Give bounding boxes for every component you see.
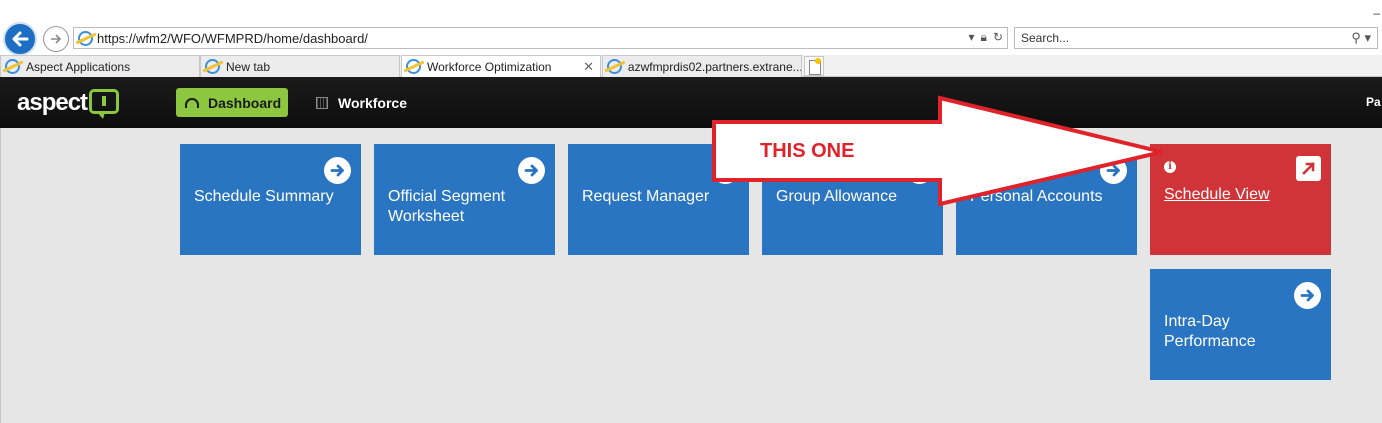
search-placeholder: Search... (1021, 31, 1070, 45)
nav-workforce-label: Workforce (338, 94, 407, 111)
nav-dashboard-label: Dashboard (208, 94, 282, 111)
tab-label: Workforce Optimization (427, 59, 552, 74)
tab-workforce-optimization[interactable]: Workforce Optimization ✕ (401, 55, 601, 77)
ie-tab-icon (406, 59, 421, 74)
tile-schedule-summary[interactable]: Schedule Summary (180, 144, 361, 255)
back-button[interactable] (3, 22, 37, 56)
calendar-icon (316, 96, 328, 109)
ie-tab-icon (5, 59, 20, 74)
tile-intra-day-performance[interactable]: Intra-Day Performance (1150, 269, 1331, 380)
annotation-text: THIS ONE (760, 140, 855, 162)
nav-dashboard[interactable]: Dashboard (176, 88, 288, 117)
lock-icon[interactable]: 🔒︎ (981, 30, 987, 45)
browser-address-bar: https://wfm2/WFO/WFMPRD/home/dashboard/ … (0, 6, 1382, 56)
close-tab-icon[interactable]: ✕ (583, 59, 594, 75)
arrow-right-circle-icon (1294, 282, 1321, 309)
speech-bubble-icon (89, 88, 120, 119)
arrow-right-circle-icon (518, 157, 545, 184)
tile-schedule-view[interactable]: i Schedule View (1150, 144, 1331, 255)
browser-tab-strip: Aspect Applications New tab Workforce Op… (0, 55, 1382, 77)
user-name[interactable]: Pa (1366, 95, 1381, 109)
new-tab-button[interactable] (804, 56, 824, 76)
logo-text: aspect (17, 89, 88, 116)
refresh-icon[interactable]: ↻ (993, 30, 1003, 45)
aspect-logo[interactable]: aspect (17, 88, 120, 119)
dashboard-gauge-icon (185, 97, 199, 108)
arrow-right-circle-icon (324, 157, 351, 184)
search-icon[interactable]: ⚲ ▾ (1351, 30, 1371, 46)
arrow-left-icon (12, 31, 29, 47)
tab-new-tab[interactable]: New tab (200, 55, 400, 77)
tile-label: Intra-Day Performance (1164, 313, 1256, 350)
url-actions: ▾ 🔒︎ ↻ (969, 30, 1003, 45)
tab-azwfmprdis02[interactable]: azwfmprdis02.partners.extrane... (602, 55, 802, 77)
minimize-icon[interactable]: – (1373, 6, 1380, 20)
tab-label: Aspect Applications (26, 59, 131, 74)
ie-tab-icon (607, 59, 622, 74)
url-field[interactable]: https://wfm2/WFO/WFMPRD/home/dashboard/ … (73, 27, 1008, 49)
url-text: https://wfm2/WFO/WFMPRD/home/dashboard/ (97, 30, 368, 46)
arrow-right-icon (51, 34, 62, 44)
tile-label: Schedule View (1164, 186, 1270, 203)
search-input[interactable]: Search... ⚲ ▾ (1014, 27, 1378, 49)
tab-label: azwfmprdis02.partners.extrane... (627, 59, 801, 74)
tab-aspect-applications[interactable]: Aspect Applications (0, 55, 200, 77)
tile-label: Official Segment Worksheet (388, 188, 506, 225)
ie-tab-icon (205, 59, 220, 74)
dropdown-icon[interactable]: ▾ (969, 30, 975, 45)
tile-official-segment-worksheet[interactable]: Official Segment Worksheet (374, 144, 555, 255)
tab-label: New tab (226, 59, 271, 74)
nav-workforce[interactable]: Workforce (316, 88, 407, 117)
ie-page-icon (78, 30, 93, 46)
tile-label: Schedule Summary (194, 188, 334, 205)
external-link-icon (1296, 156, 1321, 181)
forward-button[interactable] (43, 26, 69, 52)
